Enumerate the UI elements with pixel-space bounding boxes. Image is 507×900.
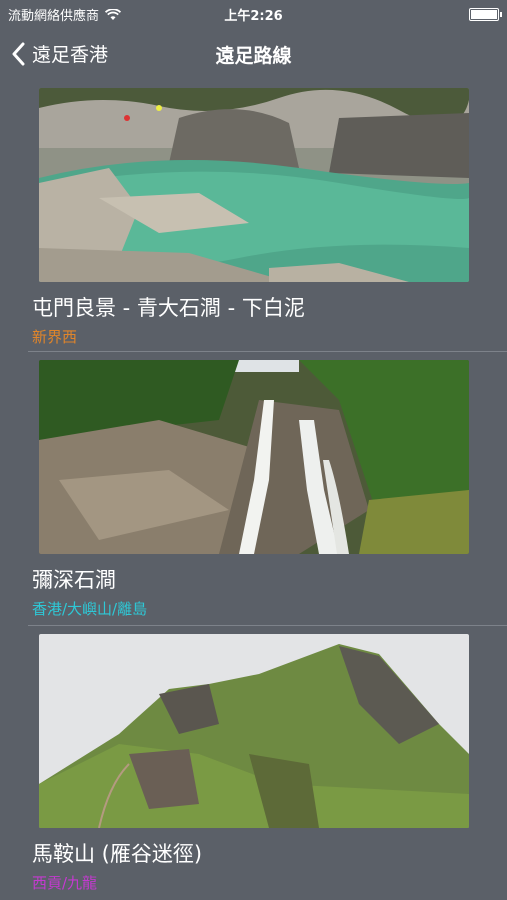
page-title: 遠足路線 [215,45,292,67]
route-photo [39,88,469,282]
status-time: 上午2:26 [224,9,283,24]
route-list-item[interactable]: 彌深石澗 香港/大嶼山/離島 [0,352,507,626]
route-title: 馬鞍山 (雁谷迷徑) [32,842,203,866]
route-region: 香港/大嶼山/離島 [32,600,148,618]
status-bar: 流動網絡供應商 上午2:26 [0,0,507,26]
route-list-item[interactable]: 馬鞍山 (雁谷迷徑) 西貢/九龍 [0,626,507,900]
route-photo [39,634,469,828]
navigation-bar: 遠足香港 遠足路線 [0,26,507,80]
route-photo [39,360,469,554]
route-list-item[interactable]: 屯門良景 - 青大石澗 - 下白泥 新界西 [0,80,507,352]
battery-icon [469,8,502,21]
route-list[interactable]: 屯門良景 - 青大石澗 - 下白泥 新界西 彌深石澗 香港/大嶼山/離島 馬鞍山… [0,80,507,900]
route-title: 彌深石澗 [32,568,116,592]
route-title: 屯門良景 - 青大石澗 - 下白泥 [32,296,305,320]
route-region: 新界西 [32,328,78,346]
route-region: 西貢/九龍 [32,874,98,892]
